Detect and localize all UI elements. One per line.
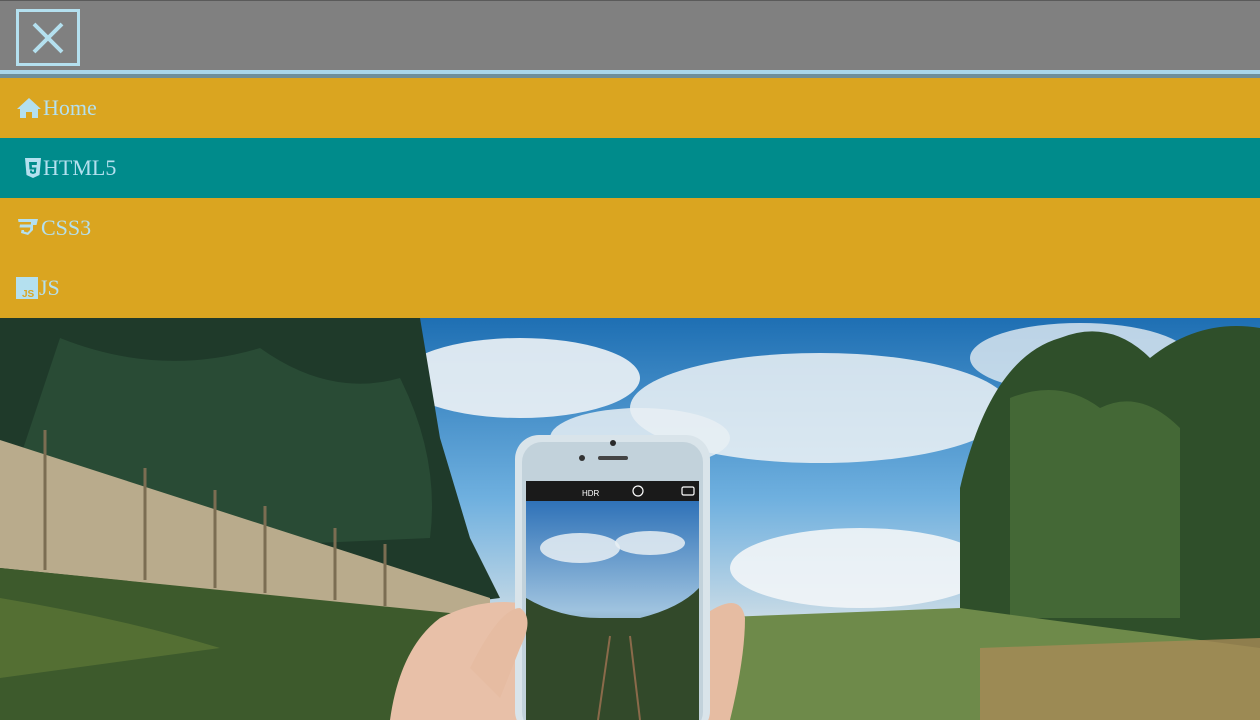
top-bar bbox=[0, 0, 1260, 74]
menu-item-js[interactable]: JS JS bbox=[0, 258, 1260, 318]
menu-item-label: Home bbox=[43, 95, 97, 120]
menu-item-label: HTML5 bbox=[43, 155, 117, 180]
menu-item-label: CSS3 bbox=[41, 215, 92, 240]
nav-menu: Home HTML5 CSS3 JS JS bbox=[0, 78, 1260, 318]
home-icon bbox=[16, 97, 42, 119]
css3-icon bbox=[16, 217, 40, 239]
phone-hdr-label: HDR bbox=[582, 489, 600, 498]
svg-text:JS: JS bbox=[22, 289, 35, 299]
html5-icon bbox=[24, 157, 42, 179]
hero-image: HDR bbox=[0, 318, 1260, 720]
hero-photo: HDR bbox=[0, 318, 1260, 720]
menu-item-home[interactable]: Home bbox=[0, 78, 1260, 138]
js-icon: JS bbox=[16, 277, 38, 299]
menu-item-label: JS bbox=[39, 275, 60, 300]
close-icon bbox=[32, 22, 64, 54]
close-menu-button[interactable] bbox=[16, 9, 80, 66]
menu-item-css3[interactable]: CSS3 bbox=[0, 198, 1260, 258]
menu-item-html5[interactable]: HTML5 bbox=[0, 138, 1260, 198]
